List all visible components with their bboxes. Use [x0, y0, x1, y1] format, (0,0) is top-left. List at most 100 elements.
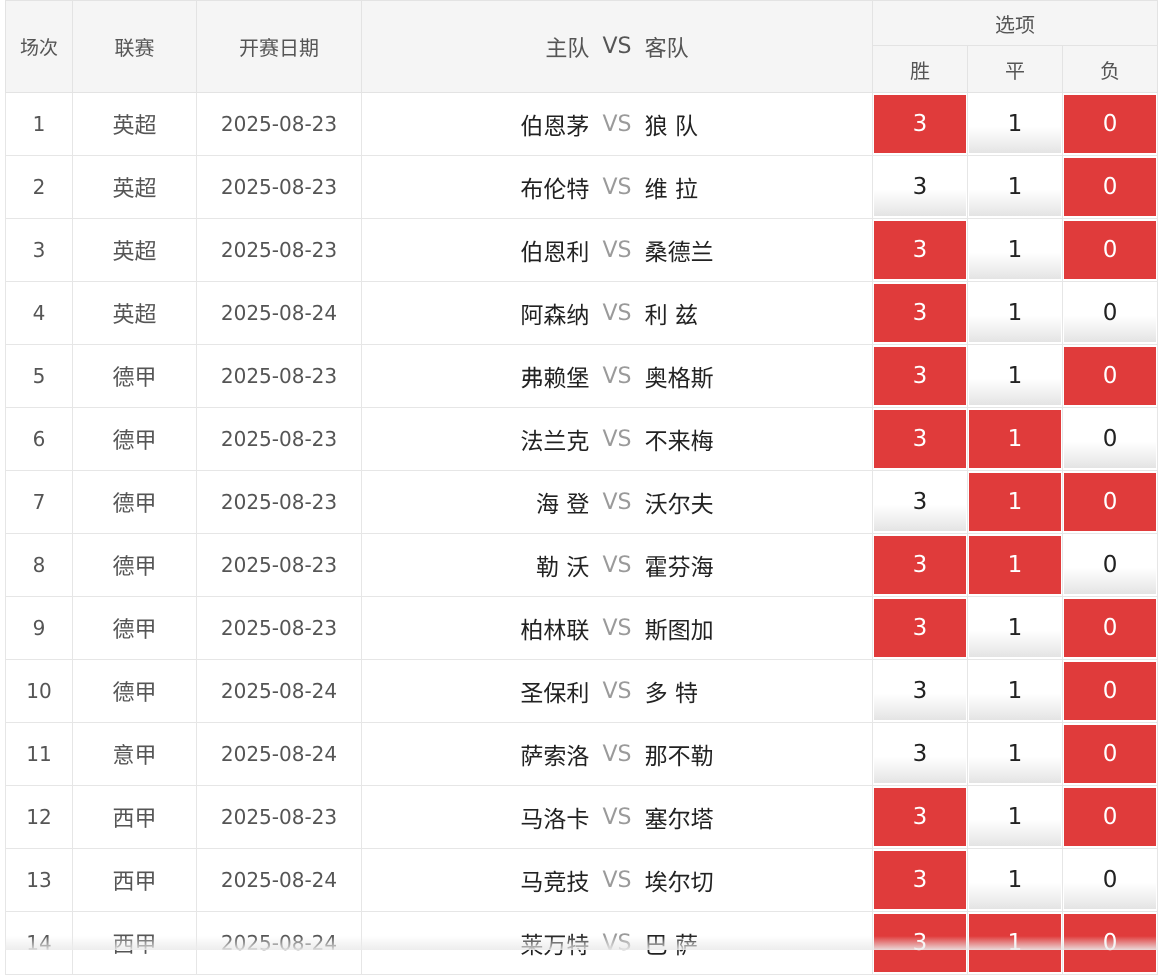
match-date: 2025-08-23: [196, 92, 362, 156]
vs-label: VS: [602, 237, 632, 263]
table-row: 11 意甲 2025-08-24 萨索洛 VS 那不勒 3 1 0: [5, 722, 1158, 786]
away-team: 塞尔塔: [644, 807, 714, 833]
win-cell: 3: [872, 344, 968, 408]
match-index: 9: [5, 596, 73, 660]
lose-option-button[interactable]: 0: [1064, 158, 1157, 216]
draw-cell: 1: [967, 344, 1063, 408]
win-option-button[interactable]: 3: [874, 662, 966, 720]
match-date: 2025-08-24: [196, 281, 362, 345]
win-option-button[interactable]: 3: [874, 536, 966, 594]
vs-label: VS: [602, 489, 632, 515]
away-team: 沃尔夫: [644, 492, 714, 518]
draw-option-button[interactable]: 1: [969, 95, 1061, 153]
match-teams: 弗赖堡 VS 奥格斯: [361, 344, 873, 408]
win-option-button[interactable]: 3: [874, 221, 966, 279]
draw-cell: 1: [967, 155, 1063, 219]
win-option-button[interactable]: 3: [874, 158, 966, 216]
win-option-button[interactable]: 3: [874, 347, 966, 405]
win-option-button[interactable]: 3: [874, 725, 966, 783]
league-name: 德甲: [72, 533, 197, 597]
match-teams: 柏林联 VS 斯图加: [361, 596, 873, 660]
win-option-button[interactable]: 3: [874, 284, 966, 342]
vs-label: VS: [602, 804, 632, 830]
lose-option-button[interactable]: 0: [1064, 725, 1157, 783]
win-cell: 3: [872, 722, 968, 786]
win-option-button[interactable]: 3: [874, 851, 966, 909]
win-option-button[interactable]: 3: [874, 410, 966, 468]
draw-cell: 1: [967, 533, 1063, 597]
vs-label: VS: [602, 426, 632, 452]
header-draw: 平: [967, 45, 1063, 93]
league-name: 西甲: [72, 785, 197, 849]
draw-option-button[interactable]: 1: [969, 347, 1061, 405]
win-cell: 3: [872, 281, 968, 345]
table-row: 1 英超 2025-08-23 伯恩茅 VS 狼 队310: [5, 92, 1158, 156]
match-date: 2025-08-23: [196, 407, 362, 471]
win-cell: 3: [872, 407, 968, 471]
lose-option-button[interactable]: 0: [1064, 536, 1157, 594]
lose-option-button[interactable]: 0: [1064, 662, 1157, 720]
lose-option-button[interactable]: 0: [1064, 473, 1157, 531]
draw-option-button[interactable]: 1: [969, 662, 1061, 720]
home-team: 勒 沃: [536, 555, 590, 581]
match-date: 2025-08-23: [196, 785, 362, 849]
match-teams: 伯恩利 VS 桑德兰: [361, 218, 873, 282]
table-row: 12 西甲 2025-08-23 马洛卡 VS 塞尔塔 3 1 0: [5, 785, 1158, 849]
draw-option-button[interactable]: 1: [969, 221, 1061, 279]
match-teams: 伯恩茅 VS 狼 队: [361, 92, 873, 156]
win-option-button[interactable]: 3: [874, 473, 966, 531]
draw-option-button[interactable]: 1: [969, 473, 1061, 531]
header-away: 客队: [644, 36, 689, 62]
header-win: 胜: [872, 45, 968, 93]
lose-option-button[interactable]: 0: [1064, 851, 1157, 909]
draw-option-button[interactable]: 1: [969, 599, 1061, 657]
lose-option-button[interactable]: 0: [1064, 599, 1157, 657]
win-option-button[interactable]: 3: [874, 95, 966, 153]
draw-option-button[interactable]: 1: [969, 851, 1061, 909]
vs-label: VS: [602, 867, 632, 893]
league-name: 德甲: [72, 407, 197, 471]
match-date: 2025-08-23: [196, 533, 362, 597]
vs-label: VS: [602, 552, 632, 578]
header-vs: VS: [602, 34, 632, 59]
lose-option-button[interactable]: 0: [1064, 95, 1157, 153]
draw-option-button[interactable]: 1: [969, 536, 1061, 594]
match-index: 2: [5, 155, 73, 219]
draw-option-button[interactable]: 1: [969, 410, 1061, 468]
draw-option-button[interactable]: 1: [969, 158, 1061, 216]
match-index: 6: [5, 407, 73, 471]
league-name: 英超: [72, 281, 197, 345]
match-date: 2025-08-24: [196, 722, 362, 786]
home-team: 萨索洛: [520, 744, 590, 770]
lose-cell: 0: [1062, 155, 1158, 219]
home-team: 圣保利: [520, 681, 590, 707]
match-index: 1: [5, 92, 73, 156]
lose-option-button[interactable]: 0: [1064, 284, 1157, 342]
home-team: 法兰克: [520, 429, 590, 455]
match-index: 5: [5, 344, 73, 408]
match-date: 2025-08-23: [196, 155, 362, 219]
away-team: 维 拉: [644, 177, 698, 203]
header-options: 选项: [871, 0, 1158, 46]
lose-option-button[interactable]: 0: [1064, 347, 1157, 405]
league-name: 德甲: [72, 470, 197, 534]
win-option-button[interactable]: 3: [874, 599, 966, 657]
home-team: 弗赖堡: [520, 366, 590, 392]
win-cell: 3: [872, 596, 968, 660]
away-team: 埃尔切: [644, 870, 714, 896]
lose-option-button[interactable]: 0: [1064, 788, 1157, 846]
header-home: 主队: [545, 36, 590, 62]
draw-option-button[interactable]: 1: [969, 725, 1061, 783]
home-team: 布伦特: [520, 177, 590, 203]
lottery-selection-table-container: 场次 联赛 开赛日期 主队 VS 客队 选项 胜 平 负 1 英超 2025-08-…: [5, 0, 1158, 975]
match-index: 8: [5, 533, 73, 597]
table-row: 9 德甲 2025-08-23 柏林联 VS 斯图加 3 1 0: [5, 596, 1158, 660]
match-teams: 马竞技 VS 埃尔切: [361, 848, 873, 912]
draw-option-button[interactable]: 1: [969, 284, 1061, 342]
match-teams: 海 登 VS 沃尔夫: [361, 470, 873, 534]
win-cell: 3: [872, 218, 968, 282]
lose-option-button[interactable]: 0: [1064, 221, 1157, 279]
draw-option-button[interactable]: 1: [969, 788, 1061, 846]
win-option-button[interactable]: 3: [874, 788, 966, 846]
lose-option-button[interactable]: 0: [1064, 410, 1157, 468]
